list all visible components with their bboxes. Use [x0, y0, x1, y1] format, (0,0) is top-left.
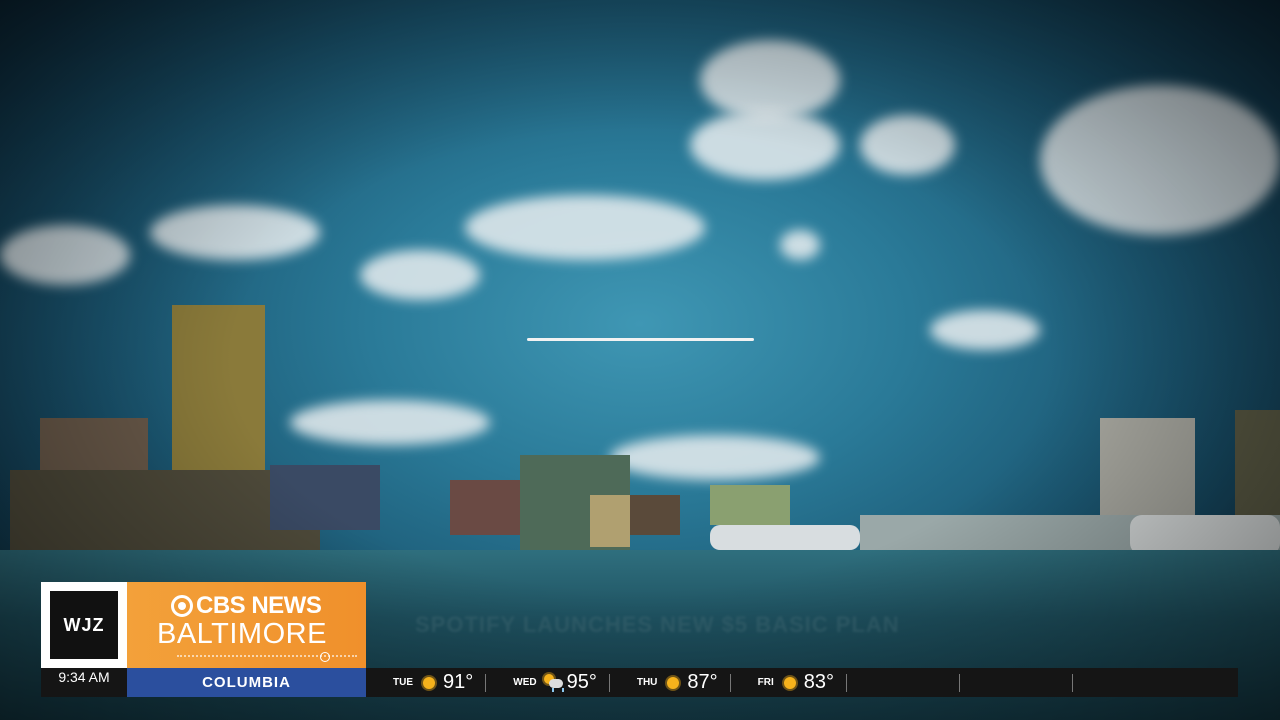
station-branding: WJZ CBS NEWS BALTIMORE — [41, 582, 366, 668]
forecast-day-label: FRI — [757, 677, 774, 688]
building — [590, 495, 630, 547]
forecast-temp: 83° — [803, 671, 835, 693]
cloud — [690, 110, 840, 180]
cloud — [860, 115, 955, 175]
forecast-day: WED 95° — [486, 668, 609, 697]
cloud — [780, 230, 820, 260]
forecast-day-label: THU — [636, 677, 658, 688]
forecast-location: COLUMBIA — [127, 668, 366, 697]
forecast-strip: TUE 91° WED 95° THU 87° FRI 83° — [366, 668, 1238, 697]
wjz-logo-text: WJZ — [50, 591, 118, 659]
cloud — [360, 250, 480, 300]
cloud — [610, 435, 820, 480]
forecast-day: THU 87° — [610, 668, 730, 697]
divider — [1072, 673, 1074, 692]
city-name: BALTIMORE — [157, 618, 327, 650]
boat — [710, 525, 860, 550]
building — [1235, 410, 1280, 520]
sun-icon — [419, 673, 439, 693]
sun-icon — [780, 673, 800, 693]
cloud — [465, 195, 705, 260]
sun-icon — [663, 673, 683, 693]
forecast-temp: 95° — [566, 671, 597, 693]
building — [1100, 418, 1195, 518]
wjz-logo: WJZ — [41, 582, 127, 668]
decorative-circle-icon — [320, 652, 330, 662]
forecast-day-label: TUE — [393, 677, 413, 688]
building — [630, 495, 680, 535]
forecast-temp: 91° — [443, 671, 474, 693]
cloud — [930, 310, 1040, 350]
storm-cloud-icon — [543, 673, 564, 693]
cloud — [700, 40, 840, 120]
cbs-eye-icon — [171, 595, 193, 617]
decorative-dots — [177, 655, 357, 660]
forecast-day-label: WED — [513, 677, 537, 688]
cloud — [0, 225, 130, 285]
building — [270, 465, 380, 530]
building — [450, 480, 530, 535]
forecast-day: TUE 91° — [366, 668, 485, 697]
transition-line — [527, 338, 754, 341]
tower-building — [172, 305, 265, 495]
forecast-temp: 87° — [687, 671, 718, 693]
network-name-text: CBS NEWS — [196, 592, 322, 619]
divider — [846, 673, 848, 692]
cbs-news-baltimore-logo: CBS NEWS BALTIMORE — [127, 582, 366, 668]
pyramid-building — [710, 485, 790, 525]
ghost-headline: SPOTIFY LAUNCHES NEW $5 BASIC PLAN — [415, 612, 900, 637]
weather-ticker: 9:34 AM COLUMBIA TUE 91° WED 95° THU 87°… — [41, 668, 1238, 697]
cloud — [1040, 85, 1280, 235]
building — [40, 418, 148, 478]
cloud — [290, 400, 490, 445]
yacht — [1130, 515, 1280, 555]
cloud — [150, 205, 320, 260]
network-name: CBS NEWS — [171, 592, 322, 620]
divider — [959, 673, 961, 692]
forecast-day: FRI 83° — [731, 668, 846, 697]
current-time: 9:34 AM — [58, 669, 110, 685]
